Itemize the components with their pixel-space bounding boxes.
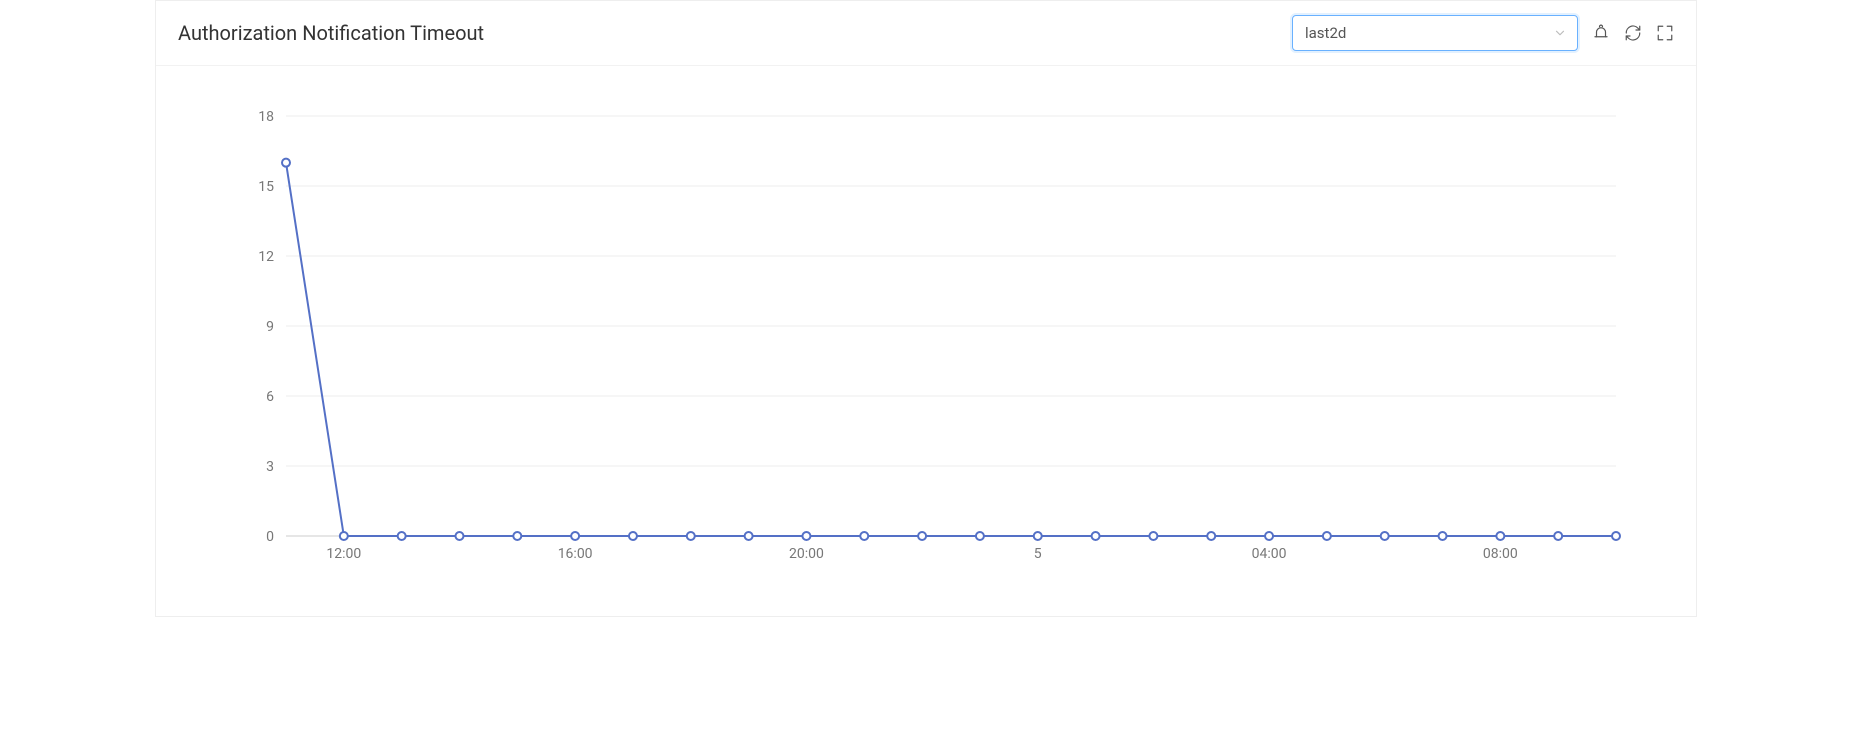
svg-text:3: 3 xyxy=(266,459,274,475)
svg-text:18: 18 xyxy=(258,109,274,125)
panel-title: Authorization Notification Timeout xyxy=(178,21,484,45)
panel-header: Authorization Notification Timeout last2… xyxy=(156,1,1696,66)
time-range-select[interactable]: last2d xyxy=(1292,15,1578,51)
svg-text:15: 15 xyxy=(258,179,274,195)
line-chart: 0 3 6 9 12 15 18 12:00 16:00 20:00 5 04:00 08:00 xyxy=(216,106,1636,586)
refresh-icon[interactable] xyxy=(1624,24,1642,42)
svg-text:20:00: 20:00 xyxy=(789,546,824,562)
chart-panel: Authorization Notification Timeout last2… xyxy=(155,0,1697,617)
chart-area: 0 3 6 9 12 15 18 12:00 16:00 20:00 5 04:00 08:00 xyxy=(156,66,1696,616)
svg-text:12: 12 xyxy=(258,249,274,265)
time-range-value: last2d xyxy=(1305,24,1346,42)
svg-text:9: 9 xyxy=(266,319,274,335)
svg-text:12:00: 12:00 xyxy=(326,546,361,562)
alert-icon[interactable] xyxy=(1592,24,1610,42)
svg-text:5: 5 xyxy=(1034,546,1042,562)
chevron-down-icon xyxy=(1553,26,1567,40)
svg-text:0: 0 xyxy=(266,529,274,545)
svg-text:6: 6 xyxy=(266,389,274,405)
svg-text:04:00: 04:00 xyxy=(1252,546,1287,562)
fullscreen-icon[interactable] xyxy=(1656,24,1674,42)
svg-text:08:00: 08:00 xyxy=(1483,546,1518,562)
panel-controls: last2d xyxy=(1292,15,1674,51)
svg-text:16:00: 16:00 xyxy=(558,546,593,562)
